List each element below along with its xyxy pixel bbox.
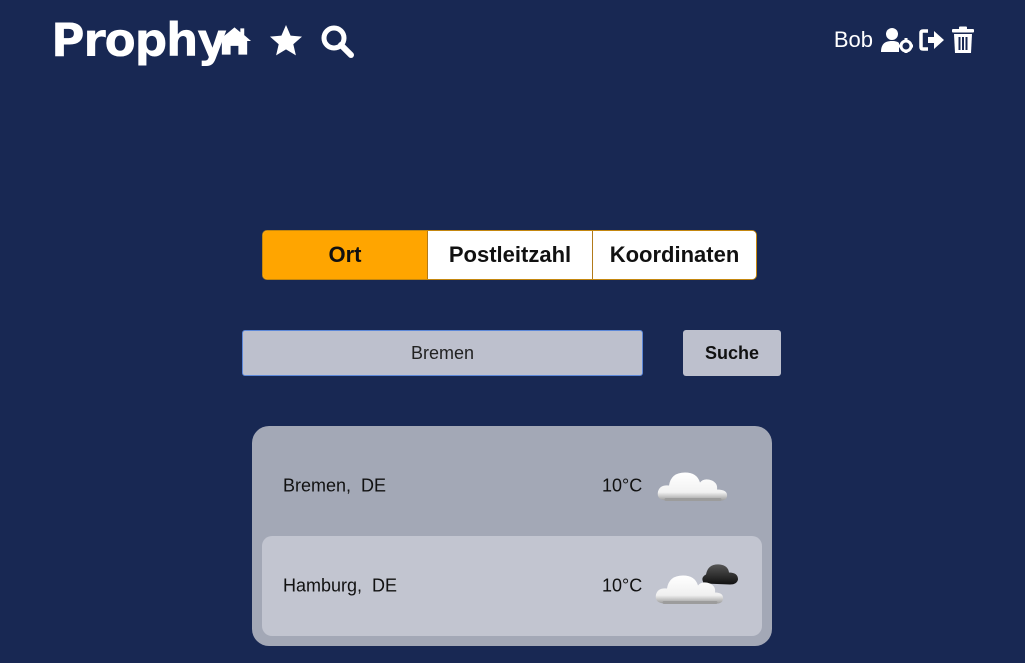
result-temperature: 10°C	[602, 575, 643, 596]
user-settings-icon[interactable]	[881, 27, 913, 53]
search-mode-tabs: Ort Postleitzahl Koordinaten	[262, 230, 757, 280]
home-icon[interactable]	[216, 24, 253, 58]
search-input[interactable]	[242, 330, 643, 376]
tab-postleitzahl[interactable]: Postleitzahl	[427, 231, 592, 279]
trash-icon[interactable]	[951, 26, 975, 54]
search-icon[interactable]	[318, 24, 355, 58]
search-button[interactable]: Suche	[683, 330, 781, 376]
results-list: Bremen, DE 10°C Hamburg, DE 10°C	[252, 426, 772, 646]
dark-cloud-icon	[652, 558, 742, 615]
logout-icon[interactable]	[919, 28, 945, 52]
result-item-bremen[interactable]: Bremen, DE 10°C	[262, 436, 762, 536]
user-name: Bob	[833, 27, 873, 52]
star-icon[interactable]	[267, 24, 304, 58]
main-nav	[216, 24, 355, 58]
result-location: Bremen, DE	[283, 475, 387, 496]
tab-ort[interactable]: Ort	[263, 231, 427, 279]
user-area: Bob	[834, 26, 975, 54]
result-temperature: 10°C	[602, 475, 643, 496]
brand-logo[interactable]: Prophy	[51, 12, 227, 68]
result-location: Hamburg, DE	[283, 575, 398, 596]
page: Prophy Bob Ort Postleitzahl Koordinaten …	[0, 0, 1025, 663]
result-item-hamburg[interactable]: Hamburg, DE 10°C	[262, 536, 762, 636]
cloud-icon	[652, 459, 732, 514]
tab-koordinaten[interactable]: Koordinaten	[592, 231, 756, 279]
